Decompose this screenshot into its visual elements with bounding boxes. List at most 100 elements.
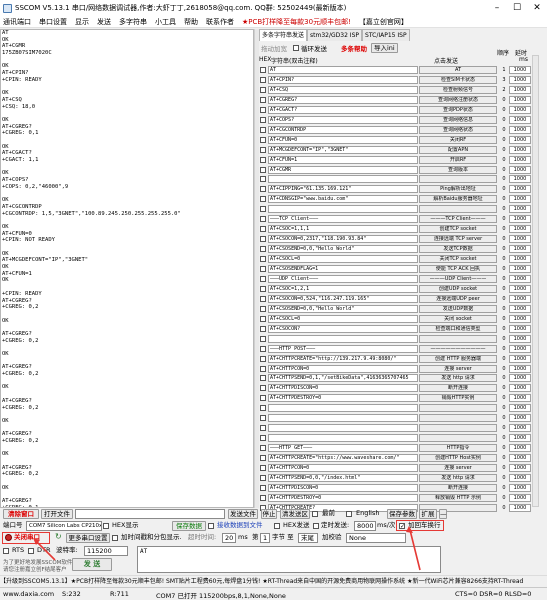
command-order[interactable]: 0: [499, 175, 509, 183]
hex-send-checkbox[interactable]: [274, 522, 280, 532]
command-send-button[interactable]: 查询版本: [419, 165, 497, 174]
command-send-button[interactable]: 连接远端 TCP server: [419, 235, 497, 244]
command-send-button[interactable]: [419, 175, 497, 184]
command-delay-input[interactable]: 1000: [509, 274, 531, 283]
command-hex-checkbox[interactable]: [260, 474, 266, 481]
command-delay-input[interactable]: 1000: [509, 115, 531, 124]
command-delay-input[interactable]: 1000: [509, 324, 531, 333]
command-hex-checkbox[interactable]: [260, 196, 266, 203]
command-hex-checkbox[interactable]: [260, 106, 266, 113]
command-order[interactable]: 0: [499, 424, 509, 432]
command-send-button[interactable]: 关闭RF: [419, 135, 497, 144]
command-delay-input[interactable]: 1000: [509, 215, 531, 224]
command-order[interactable]: 1: [499, 66, 509, 74]
command-delay-input[interactable]: 1000: [509, 255, 531, 264]
command-string-input[interactable]: AT+CSOCON?: [268, 324, 418, 333]
command-send-button[interactable]: AT: [419, 66, 497, 74]
command-string-input[interactable]: [268, 404, 418, 413]
command-hex-checkbox[interactable]: [260, 325, 266, 332]
command-string-input[interactable]: ———HTTP GET———: [268, 444, 418, 453]
command-hex-checkbox[interactable]: [260, 365, 266, 372]
command-send-button[interactable]: 发送 http 请求: [419, 374, 497, 383]
menu-tools[interactable]: 小工具: [155, 17, 176, 27]
command-string-input[interactable]: AT+CDNSGIP="www.baidu.com": [268, 195, 418, 204]
command-send-button[interactable]: ———————————: [419, 344, 497, 353]
byte-from-input[interactable]: 1: [260, 533, 270, 543]
command-string-input[interactable]: AT+CFUN=0: [268, 135, 418, 144]
command-send-button[interactable]: 断开连接: [419, 384, 497, 393]
command-string-input[interactable]: AT+CSOCON=0,524,"116.247.119.165": [268, 294, 418, 303]
command-order[interactable]: 0: [499, 454, 509, 462]
command-delay-input[interactable]: 1000: [509, 135, 531, 144]
command-delay-input[interactable]: 1000: [509, 384, 531, 393]
command-string-input[interactable]: AT+CHTTPSEND=0,1,"/setBikeData",41636365…: [268, 374, 418, 383]
command-string-input[interactable]: AT+CGMR: [268, 165, 418, 174]
command-send-button[interactable]: 创建HTTP Host实例: [419, 454, 497, 463]
command-delay-input[interactable]: 1000: [509, 473, 531, 482]
command-string-input[interactable]: AT+CIPPING="61.135.169.121": [268, 185, 418, 194]
hex-display-checkbox[interactable]: [103, 522, 109, 532]
command-order[interactable]: 0: [499, 404, 509, 412]
refresh-icon[interactable]: ↻: [55, 533, 62, 543]
command-order[interactable]: 0: [499, 464, 509, 472]
command-string-input[interactable]: AT+CSOCON=0,2317,"118.190.93.84": [268, 235, 418, 244]
command-hex-checkbox[interactable]: [260, 484, 266, 491]
command-send-button[interactable]: [419, 424, 497, 433]
command-hex-checkbox[interactable]: [260, 67, 266, 73]
command-send-button[interactable]: [419, 414, 497, 423]
command-delay-input[interactable]: 1000: [509, 334, 531, 343]
menu-jlc-site[interactable]: 【嘉立创官网】: [359, 17, 408, 27]
command-string-input[interactable]: AT+CHTTPSEND=0,0,"/index.html": [268, 473, 418, 482]
maximize-icon[interactable]: ☐: [507, 0, 527, 16]
command-send-button[interactable]: 发送 http 请求: [419, 473, 497, 482]
command-hex-checkbox[interactable]: [260, 455, 266, 462]
tab-stc-isp[interactable]: STC/IAP15 ISP: [362, 29, 410, 41]
command-order[interactable]: 0: [499, 195, 509, 203]
collapse-button[interactable]: —: [439, 509, 447, 519]
command-send-button[interactable]: 检查端口和通信类型: [419, 324, 497, 333]
command-send-button[interactable]: ———TCP Client———: [419, 215, 497, 224]
command-delay-input[interactable]: 1000: [509, 66, 531, 74]
command-send-button[interactable]: 查询PDP状态: [419, 105, 497, 114]
command-delay-input[interactable]: 1000: [509, 294, 531, 303]
command-delay-input[interactable]: 1000: [509, 85, 531, 94]
command-hex-checkbox[interactable]: [260, 256, 266, 263]
command-delay-input[interactable]: 1000: [509, 95, 531, 104]
command-hex-checkbox[interactable]: [260, 435, 266, 442]
send-input[interactable]: AT: [137, 546, 441, 573]
command-string-input[interactable]: AT+CSOC=1,1,1: [268, 225, 418, 234]
command-hex-checkbox[interactable]: [260, 405, 266, 412]
command-hex-checkbox[interactable]: [260, 295, 266, 302]
command-delay-input[interactable]: 1000: [509, 185, 531, 194]
command-order[interactable]: 0: [499, 146, 509, 154]
command-string-input[interactable]: AT+CHTTPDESTROY=0: [268, 394, 418, 403]
menu-multi-string[interactable]: 多字符串: [119, 17, 147, 27]
import-ini-button[interactable]: 导入ini: [371, 43, 398, 53]
command-hex-checkbox[interactable]: [260, 345, 266, 352]
command-string-input[interactable]: AT+CGACT?: [268, 105, 418, 114]
save-params-button[interactable]: 保存参数: [387, 509, 417, 519]
command-string-input[interactable]: [268, 434, 418, 443]
command-order[interactable]: 0: [499, 394, 509, 402]
command-string-input[interactable]: AT+CHTTPCREATE="https://www.waveshare.co…: [268, 454, 418, 463]
command-send-button[interactable]: 检查射频信号: [419, 85, 497, 94]
recv-to-file-checkbox[interactable]: [208, 522, 214, 532]
clear-send-button[interactable]: 清发送区: [280, 509, 310, 519]
command-string-input[interactable]: AT: [268, 66, 418, 74]
command-string-input[interactable]: [268, 414, 418, 423]
command-send-button[interactable]: 关闭 socket: [419, 314, 497, 323]
command-send-button[interactable]: 开启RF: [419, 155, 497, 164]
command-order[interactable]: 2: [499, 86, 509, 94]
menu-serial-settings[interactable]: 串口设置: [39, 17, 67, 27]
command-string-input[interactable]: AT+CHTTPCON=0: [268, 464, 418, 472]
command-order[interactable]: 0: [499, 285, 509, 293]
command-order[interactable]: 0: [499, 355, 509, 363]
command-order[interactable]: 0: [499, 305, 509, 313]
command-string-input[interactable]: AT+CSOSENDFLAG=1: [268, 265, 418, 273]
command-hex-checkbox[interactable]: [260, 246, 266, 253]
receive-terminal[interactable]: AT OK AT+CGMR 175ZB07SIM7020C OK AT+CPIN? +CPI…: [0, 29, 254, 508]
command-order[interactable]: 0: [499, 106, 509, 114]
command-string-input[interactable]: AT+CSQ: [268, 85, 418, 94]
command-delay-input[interactable]: 1000: [509, 165, 531, 174]
command-hex-checkbox[interactable]: [260, 96, 266, 103]
